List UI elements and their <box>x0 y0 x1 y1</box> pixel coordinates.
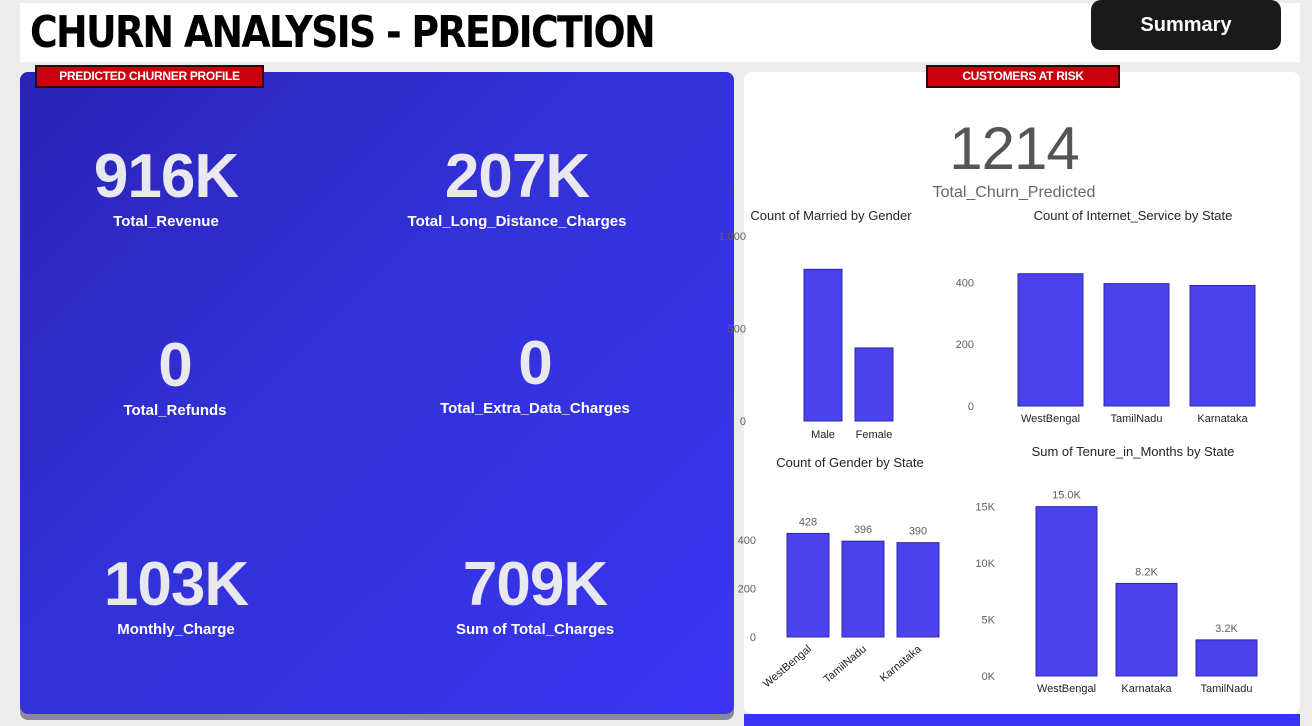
x-tick-label: Male <box>811 429 835 441</box>
x-tick-label: Female <box>856 429 893 441</box>
x-tick-label: WestBengal <box>1021 413 1080 425</box>
kpi-label-total-revenue: Total_Revenue <box>113 213 219 230</box>
kpi-label-total-refunds: Total_Refunds <box>123 402 227 419</box>
gender-by-state-chart: 0 200 400 428 WestBengal 396 TamilNadu 390 Karna… <box>738 516 940 690</box>
bar <box>1103 283 1170 407</box>
right-panel-footer <box>744 714 1300 726</box>
y-tick-label: 200 <box>738 584 756 596</box>
chart-title-gender-by-state: Count of Gender by State <box>776 455 924 470</box>
total-churn-predicted-value: 1214 <box>949 115 1079 182</box>
bar <box>896 542 940 638</box>
y-tick-label: 1,000 <box>718 231 746 243</box>
data-label: 8.2K <box>1135 566 1158 578</box>
bar <box>1195 639 1258 677</box>
x-tick-label: Karnataka <box>1197 413 1248 425</box>
chart-title-internet-service-by-state: Count of Internet_Service by State <box>1033 208 1233 223</box>
bar <box>1035 506 1098 677</box>
x-tick-label: WestBengal <box>1037 683 1096 695</box>
y-tick-label: 0K <box>982 671 996 683</box>
bar <box>1017 273 1084 407</box>
bar <box>1189 284 1256 407</box>
y-tick-label: 0 <box>740 416 746 428</box>
x-tick-label: WestBengal <box>761 643 814 690</box>
kpi-value-total-charges: 709K <box>462 550 608 619</box>
bar <box>841 540 885 638</box>
y-tick-label: 0 <box>968 401 974 413</box>
kpi-label-extra-data-charges: Total_Extra_Data_Charges <box>440 400 630 417</box>
married-by-gender-chart: 0 500 1,000 Male Female <box>718 231 894 441</box>
customers-at-risk-tag: CUSTOMERS AT RISK <box>926 65 1120 88</box>
x-tick-label: Karnataka <box>878 643 925 685</box>
chart-title-married-by-gender: Count of Married by Gender <box>750 208 912 223</box>
y-tick-label: 200 <box>956 339 974 351</box>
x-tick-label: TamilNadu <box>1201 683 1253 695</box>
y-tick-label: 0 <box>750 632 756 644</box>
x-tick-label: TamilNadu <box>1111 413 1163 425</box>
y-tick-label: 15K <box>975 502 995 514</box>
summary-button[interactable]: Summary <box>1091 0 1281 50</box>
y-tick-label: 10K <box>975 558 995 570</box>
kpi-value-monthly-charge: 103K <box>103 550 249 619</box>
bar <box>854 347 894 422</box>
predicted-churner-profile-tag: PREDICTED CHURNER PROFILE <box>35 65 264 88</box>
chart-title-tenure-by-state: Sum of Tenure_in_Months by State <box>1031 444 1235 459</box>
data-label: 428 <box>799 516 817 528</box>
kpi-label-long-distance-charges: Total_Long_Distance_Charges <box>407 213 627 230</box>
kpi-value-total-refunds: 0 <box>158 331 192 400</box>
x-tick-label: TamilNadu <box>821 643 869 686</box>
data-label: 396 <box>854 524 872 536</box>
bar <box>786 532 830 638</box>
kpi-value-total-revenue: 916K <box>93 142 239 211</box>
x-tick-label: Karnataka <box>1121 683 1172 695</box>
kpi-label-total-charges: Sum of Total_Charges <box>455 621 615 638</box>
bar <box>1115 582 1178 677</box>
bar <box>803 268 843 422</box>
data-label: 390 <box>909 526 927 538</box>
y-tick-label: 500 <box>728 324 746 336</box>
kpi-label-monthly-charge: Monthly_Charge <box>117 621 235 638</box>
y-tick-label: 400 <box>738 535 756 547</box>
data-label: 15.0K <box>1052 490 1081 502</box>
tenure-by-state-chart: 0K 5K 10K 15K 15.0K WestBengal 8.2K Karnataka 3.… <box>975 490 1258 695</box>
page-title: CHURN ANALYSIS - PREDICTION <box>30 7 656 58</box>
y-tick-label: 400 <box>956 277 974 289</box>
y-tick-label: 5K <box>982 615 996 627</box>
kpi-value-extra-data-charges: 0 <box>518 329 552 398</box>
total-churn-predicted-label: Total_Churn_Predicted <box>932 184 1096 201</box>
data-label: 3.2K <box>1215 623 1238 635</box>
internet-service-by-state-chart: 0 200 400 WestBengal TamilNadu Karnataka <box>956 273 1256 425</box>
kpi-value-long-distance-charges: 207K <box>444 142 590 211</box>
